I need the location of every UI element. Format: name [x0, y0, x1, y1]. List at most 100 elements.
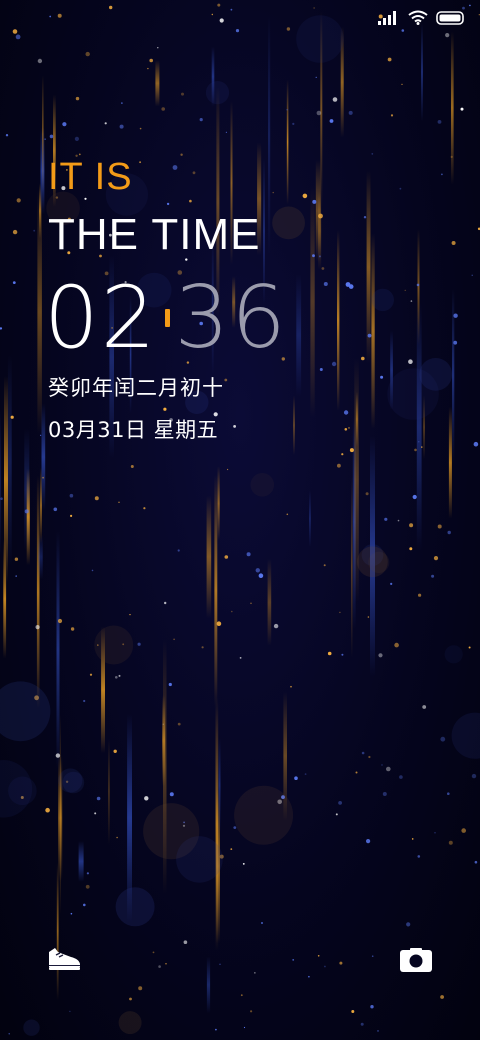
light-streak [309, 490, 311, 547]
sneaker-shortcut[interactable] [46, 944, 82, 976]
light-particle [70, 627, 75, 631]
light-particle [224, 378, 228, 382]
light-particle [294, 776, 298, 780]
light-streak [310, 185, 315, 418]
light-particle [12, 281, 16, 284]
light-particle [109, 5, 113, 10]
light-particle [323, 564, 326, 567]
light-particle [386, 766, 391, 772]
light-particle [332, 97, 338, 102]
light-particle [412, 494, 417, 500]
light-particle [410, 300, 413, 302]
light-particle [368, 755, 371, 759]
bokeh-circle [118, 1011, 142, 1035]
light-particle [225, 131, 227, 133]
light-particle [8, 1033, 10, 1035]
light-particle [371, 153, 374, 155]
bokeh-circle [58, 768, 83, 793]
light-particle [113, 749, 117, 753]
light-particle [290, 685, 292, 688]
headline-the-time: THE TIME [48, 210, 261, 259]
light-streak [267, 558, 272, 646]
light-particle [474, 860, 478, 864]
light-particle [365, 492, 369, 496]
light-streak [41, 403, 46, 511]
light-particle [173, 638, 175, 641]
light-streak [296, 274, 302, 396]
light-particle [12, 229, 18, 235]
bokeh-circle [272, 206, 305, 240]
light-particle [166, 202, 170, 206]
light-particle [418, 441, 420, 443]
light-streak [355, 391, 358, 447]
light-particle [441, 173, 443, 176]
light-particle [321, 267, 325, 270]
light-particle [230, 848, 233, 850]
light-particle [254, 972, 256, 974]
light-particle [35, 625, 40, 630]
light-streak [293, 395, 295, 455]
light-particle [161, 107, 165, 111]
light-particle [144, 796, 149, 801]
light-particle [318, 255, 321, 258]
light-particle [10, 415, 14, 419]
lunar-date: 癸卯年闰二月初十 [48, 376, 224, 400]
light-particle [341, 653, 344, 656]
light-particle [246, 552, 251, 557]
light-particle [139, 161, 142, 164]
camera-shortcut[interactable] [398, 946, 434, 978]
light-particle [177, 722, 181, 726]
light-particle [86, 872, 89, 875]
light-particle [361, 356, 365, 361]
light-particle [344, 428, 348, 431]
light-particle [219, 963, 221, 965]
light-streak [268, 15, 271, 257]
light-particle [312, 199, 317, 204]
light-streak [218, 738, 221, 834]
light-particle [230, 8, 233, 11]
light-particle [377, 1030, 379, 1032]
light-particle [343, 410, 349, 415]
bokeh-circle [296, 15, 344, 63]
light-particle [390, 582, 393, 586]
light-streak [0, 409, 2, 557]
light-particle [341, 453, 344, 456]
light-particle [448, 840, 453, 845]
light-particle [286, 27, 291, 31]
light-streak [206, 956, 211, 1014]
bokeh-circle [94, 625, 134, 665]
light-streak [214, 474, 218, 707]
light-particle [192, 171, 196, 175]
light-particle [367, 616, 370, 618]
light-streak [7, 354, 12, 568]
light-particle [401, 29, 405, 32]
light-particle [327, 651, 332, 656]
light-particle [83, 699, 86, 703]
light-particle [143, 507, 146, 510]
light-particle [250, 1010, 253, 1013]
light-particle [216, 621, 222, 626]
light-particle [201, 646, 204, 649]
light-particle [165, 963, 167, 965]
light-particle [15, 575, 17, 577]
light-particle [370, 1005, 374, 1009]
light-particle [116, 836, 118, 839]
light-particle [12, 29, 18, 34]
light-particle [180, 153, 183, 156]
light-particle [55, 753, 61, 758]
light-particle [348, 426, 350, 429]
bokeh-circle [234, 785, 294, 845]
light-particle [162, 723, 164, 725]
light-particle [450, 155, 453, 158]
light-particle [418, 593, 422, 597]
light-particle [224, 555, 229, 559]
light-particle [292, 122, 295, 125]
light-streak [448, 406, 452, 519]
light-particle [411, 838, 414, 840]
light-particle [329, 119, 334, 123]
light-particle [433, 556, 439, 561]
light-particle [139, 127, 142, 130]
light-particle [239, 657, 242, 659]
light-particle [85, 884, 90, 889]
bokeh-circle [357, 546, 388, 578]
